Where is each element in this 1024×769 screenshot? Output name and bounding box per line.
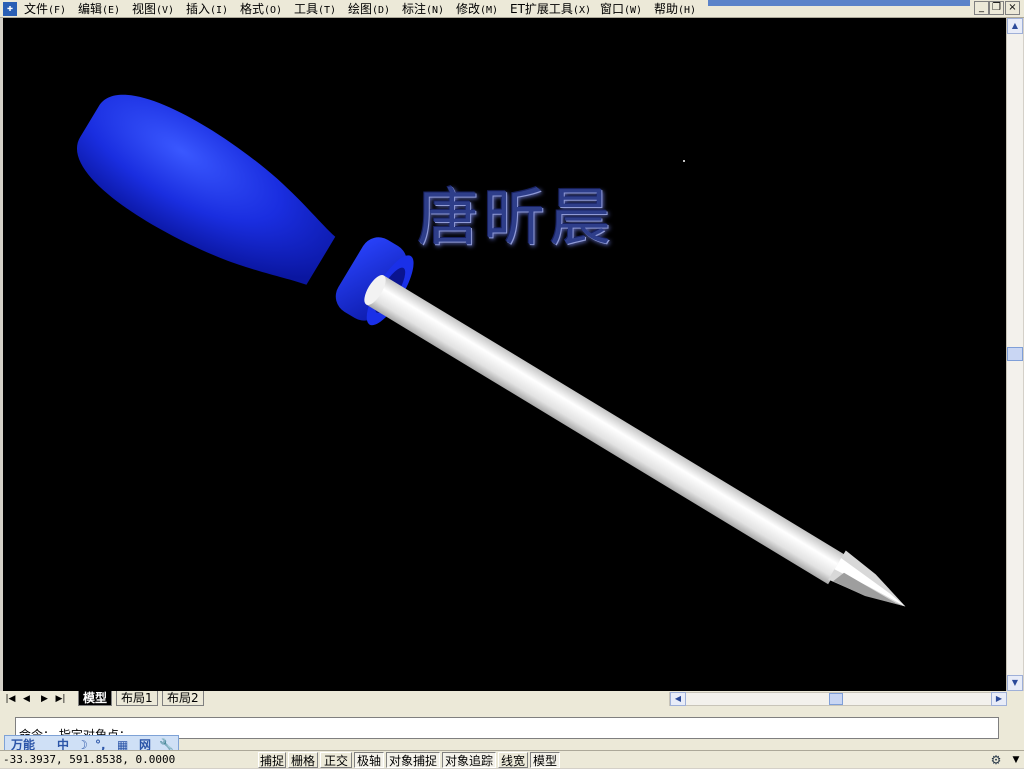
menu-view[interactable]: 视图(V) xyxy=(132,1,174,17)
menu-help[interactable]: 帮助(H) xyxy=(654,1,696,17)
scroll-left-icon[interactable]: ◀ xyxy=(670,692,686,706)
menu-view-label: 视图 xyxy=(132,2,157,16)
screwdriver-model xyxy=(77,94,906,607)
drawing-title-text: 唐昕晨 xyxy=(417,181,616,254)
layout-tab-row: |◀ ◀ ▶ ▶| 模型 布局1 布局2 ◀ ▶ xyxy=(0,691,1024,707)
tray-settings-icon[interactable]: ⚙ xyxy=(986,752,1006,768)
tab-layout1[interactable]: 布局1 xyxy=(116,691,158,706)
toolbar-edge xyxy=(708,0,970,6)
model-toggle[interactable]: 模型 xyxy=(530,752,560,768)
horizontal-scroll-thumb[interactable] xyxy=(829,693,843,705)
menu-dimension[interactable]: 标注(N) xyxy=(402,1,444,17)
horizontal-scrollbar[interactable]: ◀ ▶ xyxy=(669,692,1007,706)
menu-edit[interactable]: 编辑(E) xyxy=(78,1,120,17)
menu-tools[interactable]: 工具(T) xyxy=(294,1,336,17)
coordinate-readout: -33.3937, 591.8538, 0.0000 xyxy=(3,753,176,766)
menu-format-accel: (O) xyxy=(264,5,283,16)
tab-model[interactable]: 模型 xyxy=(78,691,113,706)
menu-format[interactable]: 格式(O) xyxy=(240,1,282,17)
menu-insert[interactable]: 插入(I) xyxy=(186,1,228,17)
menu-modify-accel: (M) xyxy=(480,5,499,16)
menu-help-label: 帮助 xyxy=(654,2,679,16)
scroll-up-icon[interactable]: ▲ xyxy=(1007,18,1023,34)
vertical-scroll-thumb[interactable] xyxy=(1007,347,1023,361)
restore-button[interactable]: ❐ xyxy=(989,1,1004,15)
grid-toggle[interactable]: 栅格 xyxy=(288,752,318,768)
handle xyxy=(77,94,336,285)
drawing-viewport[interactable]: 唐昕晨 xyxy=(3,18,1006,691)
menu-express-tools-accel: (X) xyxy=(572,5,591,16)
menu-file-accel: (F) xyxy=(48,5,67,16)
menu-format-label: 格式 xyxy=(240,2,265,16)
menu-bar: ✚ 文件(F) 编辑(E) 视图(V) 插入(I) 格式(O) 工具(T) 绘图… xyxy=(0,0,1024,18)
menu-window-accel: (W) xyxy=(624,5,643,16)
command-area: 命令： 指定对角点： 万能 中 ☽ °, ▦ 网 🔧 xyxy=(0,707,1024,754)
tip xyxy=(828,550,906,607)
osnap-toggle[interactable]: 对象捕捉 xyxy=(386,752,440,768)
menu-modify[interactable]: 修改(M) xyxy=(456,1,498,17)
menu-draw[interactable]: 绘图(D) xyxy=(348,1,390,17)
next-tab-icon[interactable]: ▶ xyxy=(38,693,51,705)
menu-window-label: 窗口 xyxy=(600,2,625,16)
menu-file-label: 文件 xyxy=(24,2,49,16)
scroll-down-icon[interactable]: ▼ xyxy=(1007,675,1023,691)
menu-dimension-label: 标注 xyxy=(402,2,427,16)
menu-modify-label: 修改 xyxy=(456,2,481,16)
menu-insert-label: 插入 xyxy=(186,2,211,16)
menu-window[interactable]: 窗口(W) xyxy=(600,1,642,17)
vertical-scrollbar[interactable]: ▲ ▼ xyxy=(1006,18,1023,691)
scroll-right-icon[interactable]: ▶ xyxy=(991,692,1007,706)
close-button[interactable]: × xyxy=(1005,1,1020,15)
prev-tab-icon[interactable]: ◀ xyxy=(20,693,33,705)
first-tab-icon[interactable]: |◀ xyxy=(4,693,17,705)
menu-draw-accel: (D) xyxy=(372,5,391,16)
stray-point xyxy=(683,160,685,162)
menu-help-accel: (H) xyxy=(678,5,697,16)
menu-tools-label: 工具 xyxy=(294,2,319,16)
snap-toggle[interactable]: 捕捉 xyxy=(258,752,286,768)
menu-express-tools[interactable]: ET扩展工具(X) xyxy=(510,1,591,17)
menu-edit-accel: (E) xyxy=(102,5,121,16)
minimize-button[interactable]: _ xyxy=(974,1,989,15)
polar-toggle[interactable]: 极轴 xyxy=(354,752,384,768)
status-bar: -33.3937, 591.8538, 0.0000 捕捉 栅格 正交 极轴 对… xyxy=(0,750,1024,768)
cad-app-icon[interactable]: ✚ xyxy=(3,2,17,16)
ortho-toggle[interactable]: 正交 xyxy=(320,752,352,768)
shaft xyxy=(364,275,846,585)
last-tab-icon[interactable]: ▶| xyxy=(54,693,67,705)
status-menu-arrow-icon[interactable]: ▼ xyxy=(1011,752,1021,768)
menu-view-accel: (V) xyxy=(156,5,175,16)
menu-edit-label: 编辑 xyxy=(78,2,103,16)
tab-layout2[interactable]: 布局2 xyxy=(162,691,204,706)
menu-insert-accel: (I) xyxy=(210,5,229,16)
menu-express-tools-label: ET扩展工具 xyxy=(510,2,573,16)
otrack-toggle[interactable]: 对象追踪 xyxy=(442,752,496,768)
menu-draw-label: 绘图 xyxy=(348,2,373,16)
menu-file[interactable]: 文件(F) xyxy=(24,1,66,17)
menu-dimension-accel: (N) xyxy=(426,5,445,16)
lineweight-toggle[interactable]: 线宽 xyxy=(498,752,528,768)
menu-tools-accel: (T) xyxy=(318,5,337,16)
